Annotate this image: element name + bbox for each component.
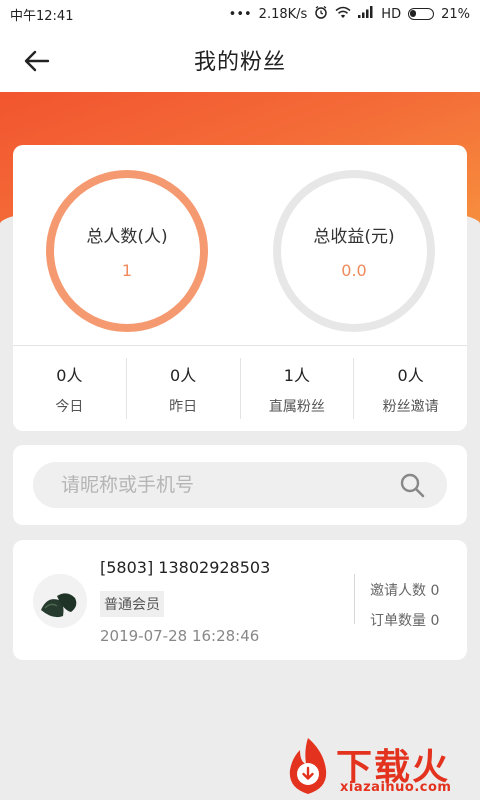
stat-yesterday[interactable]: 0人 昨日	[127, 358, 241, 419]
nav-bar: 我的粉丝	[0, 28, 480, 92]
stat-value: 1人	[283, 365, 310, 385]
alarm-icon	[314, 5, 328, 23]
status-dots: •••	[228, 6, 252, 22]
search-box	[33, 462, 447, 508]
fan-stats: 邀请人数 0 订单数量 0	[370, 576, 439, 636]
status-indicators: ••• 2.18K/s HD 21%	[229, 5, 470, 23]
total-people-value: 1	[121, 261, 133, 280]
battery-icon	[408, 8, 435, 20]
stat-label: 昨日	[169, 398, 198, 415]
stat-value: 0人	[56, 365, 83, 385]
fan-divider	[354, 574, 355, 624]
flame-icon	[289, 738, 327, 794]
stat-today[interactable]: 0人 今日	[13, 358, 127, 419]
total-income-label: 总收益(元)	[313, 227, 395, 247]
watermark-url: xiazaihuo.com	[340, 780, 452, 795]
fan-name: [5803] 13802928503	[100, 558, 271, 577]
list-item[interactable]: [5803] 13802928503 普通会员 2019-07-28 16:28…	[13, 540, 467, 660]
order-count: 订单数量 0	[370, 613, 440, 629]
stat-value: 0人	[397, 365, 424, 385]
battery-percent: 21%	[441, 6, 470, 22]
status-time: 中午12:41	[10, 8, 74, 24]
search-icon[interactable]	[397, 470, 427, 500]
wifi-icon	[335, 6, 351, 23]
stat-label: 直属粉丝	[268, 398, 325, 415]
total-income-ring: 总收益(元) 0.0	[273, 170, 435, 332]
stat-value: 0人	[170, 365, 197, 385]
summary-card: 总人数(人) 1 总收益(元) 0.0 0人 今日 0人 昨日 1人 直属粉丝 …	[13, 145, 467, 431]
stat-fan-invites[interactable]: 0人 粉丝邀请	[354, 358, 467, 419]
invite-count: 邀请人数 0	[370, 583, 440, 599]
member-level-badge: 普通会员	[100, 591, 164, 617]
stat-label: 粉丝邀请	[382, 398, 439, 415]
network-type: HD	[381, 6, 402, 22]
status-bar: 中午12:41 ••• 2.18K/s HD 21%	[0, 0, 480, 28]
signal-icon	[358, 6, 374, 22]
stats-row: 0人 今日 0人 昨日 1人 直属粉丝 0人 粉丝邀请	[13, 346, 467, 431]
network-speed: 2.18K/s	[258, 6, 308, 22]
arrow-left-icon	[24, 50, 50, 72]
back-button[interactable]	[20, 44, 54, 78]
search-input[interactable]	[61, 474, 397, 496]
total-income-value: 0.0	[341, 261, 367, 280]
stat-direct-fans[interactable]: 1人 直属粉丝	[241, 358, 355, 419]
avatar	[33, 574, 87, 628]
fan-join-time: 2019-07-28 16:28:46	[100, 627, 260, 645]
total-people-label: 总人数(人)	[86, 227, 168, 247]
watermark-logo: 下载火 xiazaihuo.com	[278, 734, 480, 800]
total-people-ring: 总人数(人) 1	[46, 170, 208, 332]
page-title: 我的粉丝	[193, 50, 286, 75]
search-card	[13, 445, 467, 525]
stat-label: 今日	[55, 398, 84, 415]
fan-info: [5803] 13802928503 普通会员 2019-07-28 16:28…	[100, 558, 270, 645]
